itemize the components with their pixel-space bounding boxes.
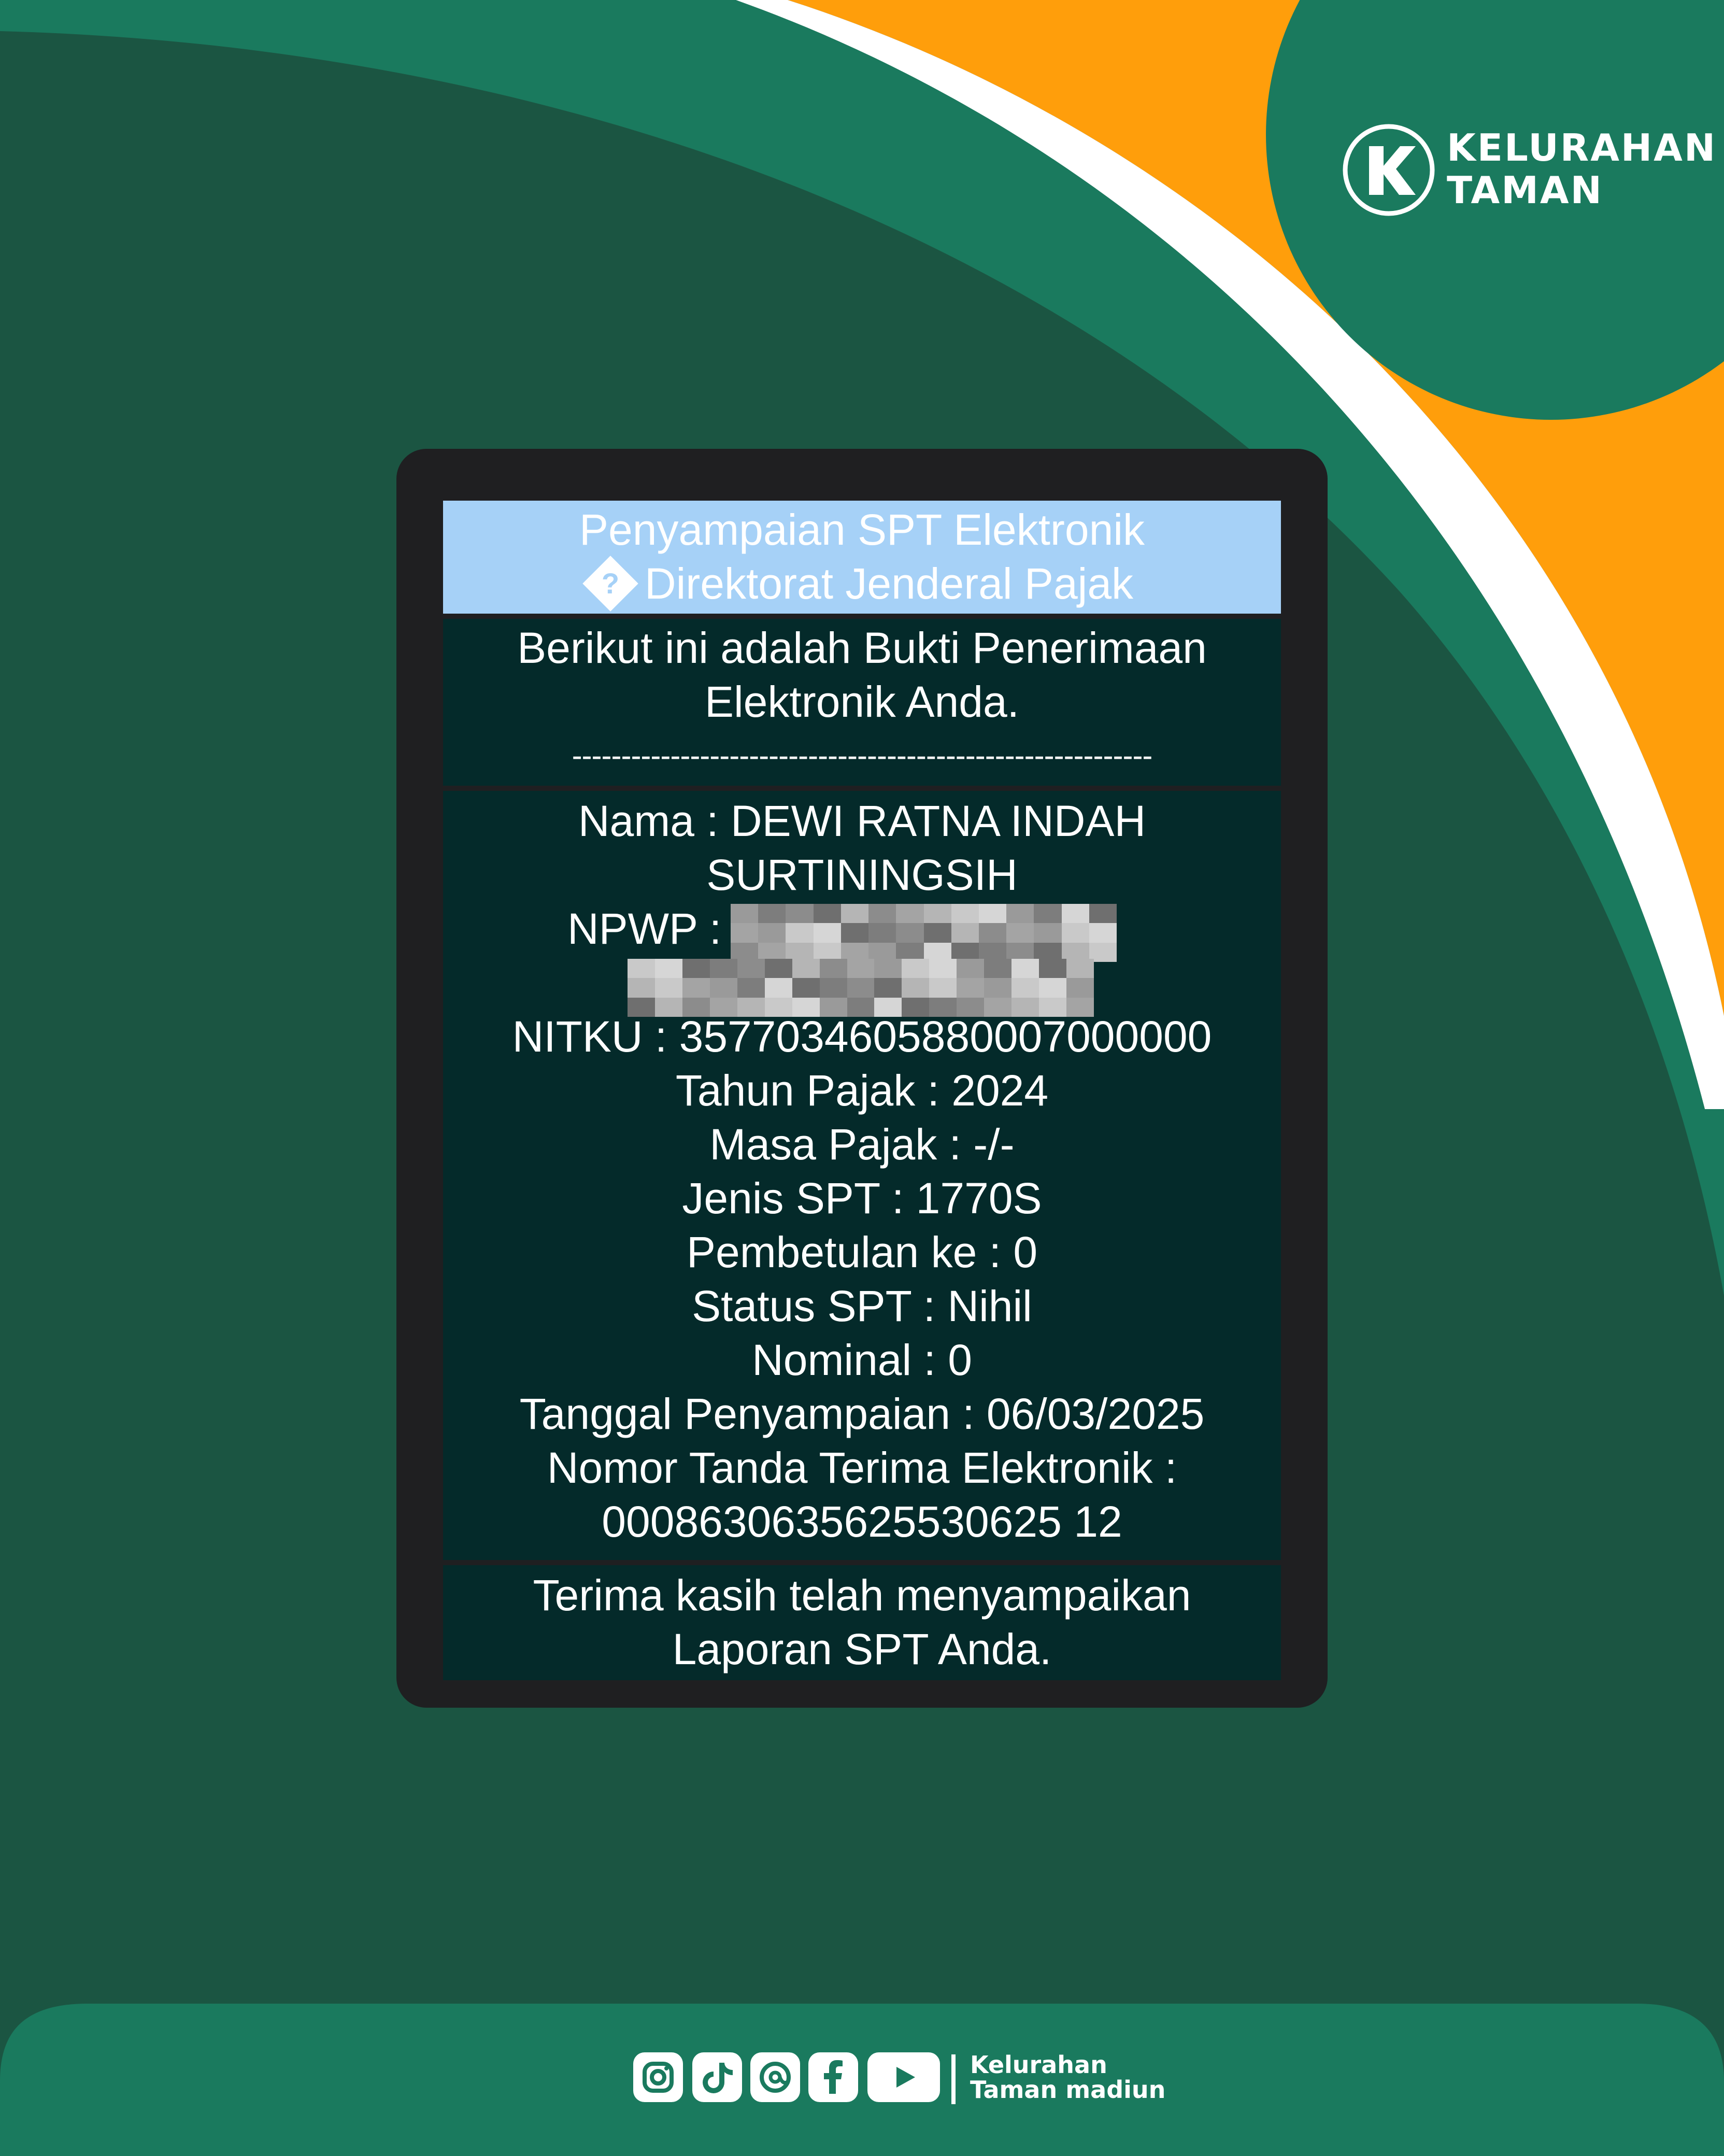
unknown-glyph-icon: ? [582, 556, 638, 612]
receipt-screen: Penyampaian SPT Elektronik ? Direktorat J… [443, 501, 1281, 1680]
footer-text-line1: Kelurahan [970, 2051, 1107, 2079]
tiktok-icon[interactable] [692, 2052, 742, 2102]
brand-logo: KELURAHAN TAMAN [1342, 123, 1715, 227]
receipt-header: Penyampaian SPT Elektronik ? Direktorat J… [443, 501, 1281, 614]
thanks-block: Terima kasih telah menyampaikan Laporan … [443, 1565, 1281, 1680]
npwp-row-2 [443, 956, 1281, 1017]
footer-text-line2: Taman madiun [970, 2076, 1166, 2104]
intro-block: Berikut ini adalah Bukti Penerimaan Elek… [443, 619, 1281, 786]
header-subtitle: Direktorat Jenderal Pajak [644, 559, 1134, 608]
brand-name-line2: TAMAN [1447, 168, 1603, 212]
instagram-icon[interactable] [633, 2052, 683, 2102]
pembetulan: Pembetulan ke : 0 [686, 1228, 1038, 1276]
nominal: Nominal : 0 [752, 1336, 972, 1384]
npwp-label: NPWP : [567, 904, 722, 953]
facebook-icon[interactable] [808, 2052, 858, 2102]
nomor-value: 0008630635625530625 12 [602, 1497, 1122, 1546]
nitku: NITKU : 3577034605880007000000 [512, 1012, 1212, 1061]
footer-text: Kelurahan Taman madiun [970, 2052, 1165, 2102]
nomor-label: Nomor Tanda Terima Elektronik : [547, 1443, 1177, 1492]
brand-name: KELURAHAN TAMAN [1447, 126, 1717, 211]
k-logo-icon [1343, 124, 1435, 216]
footer-band [0, 2004, 1724, 2156]
header-subtitle-row: ? Direktorat Jenderal Pajak [443, 556, 1281, 612]
npwp-redacted-mosaic-2 [628, 959, 1094, 1017]
screenshot-card: Penyampaian SPT Elektronik ? Direktorat J… [396, 449, 1328, 1708]
nama-line1: Nama : DEWI RATNA INDAH [578, 797, 1146, 845]
nama-line2: SURTININGSIH [706, 850, 1018, 899]
thanks-line2: Laporan SPT Anda. [672, 1625, 1052, 1673]
intro-line1: Berikut ini adalah Bukti Penerimaan [517, 623, 1207, 672]
npwp-row: NPWP : [443, 902, 1281, 962]
footer-separator [951, 2054, 956, 2104]
brand-name-line1: KELURAHAN [1447, 126, 1717, 169]
status-spt: Status SPT : Nihil [692, 1282, 1032, 1330]
youtube-icon[interactable] [867, 2052, 940, 2102]
header-title: Penyampaian SPT Elektronik [579, 505, 1145, 554]
jenis-spt: Jenis SPT : 1770S [682, 1174, 1042, 1223]
tanggal-penyampaian: Tanggal Penyampaian : 06/03/2025 [519, 1389, 1205, 1438]
masa-pajak: Masa Pajak : -/- [709, 1120, 1015, 1169]
thanks-line1: Terima kasih telah menyampaikan [533, 1571, 1191, 1620]
divider-line: ----------------------------------------… [572, 738, 1153, 773]
tahun-pajak: Tahun Pajak : 2024 [675, 1066, 1049, 1115]
intro-line2: Elektronik Anda. [704, 677, 1020, 726]
threads-icon[interactable] [750, 2052, 800, 2102]
npwp-redacted-mosaic [731, 904, 1117, 962]
details-block: Nama : DEWI RATNA INDAH SURTININGSIH NPW… [443, 791, 1281, 1560]
